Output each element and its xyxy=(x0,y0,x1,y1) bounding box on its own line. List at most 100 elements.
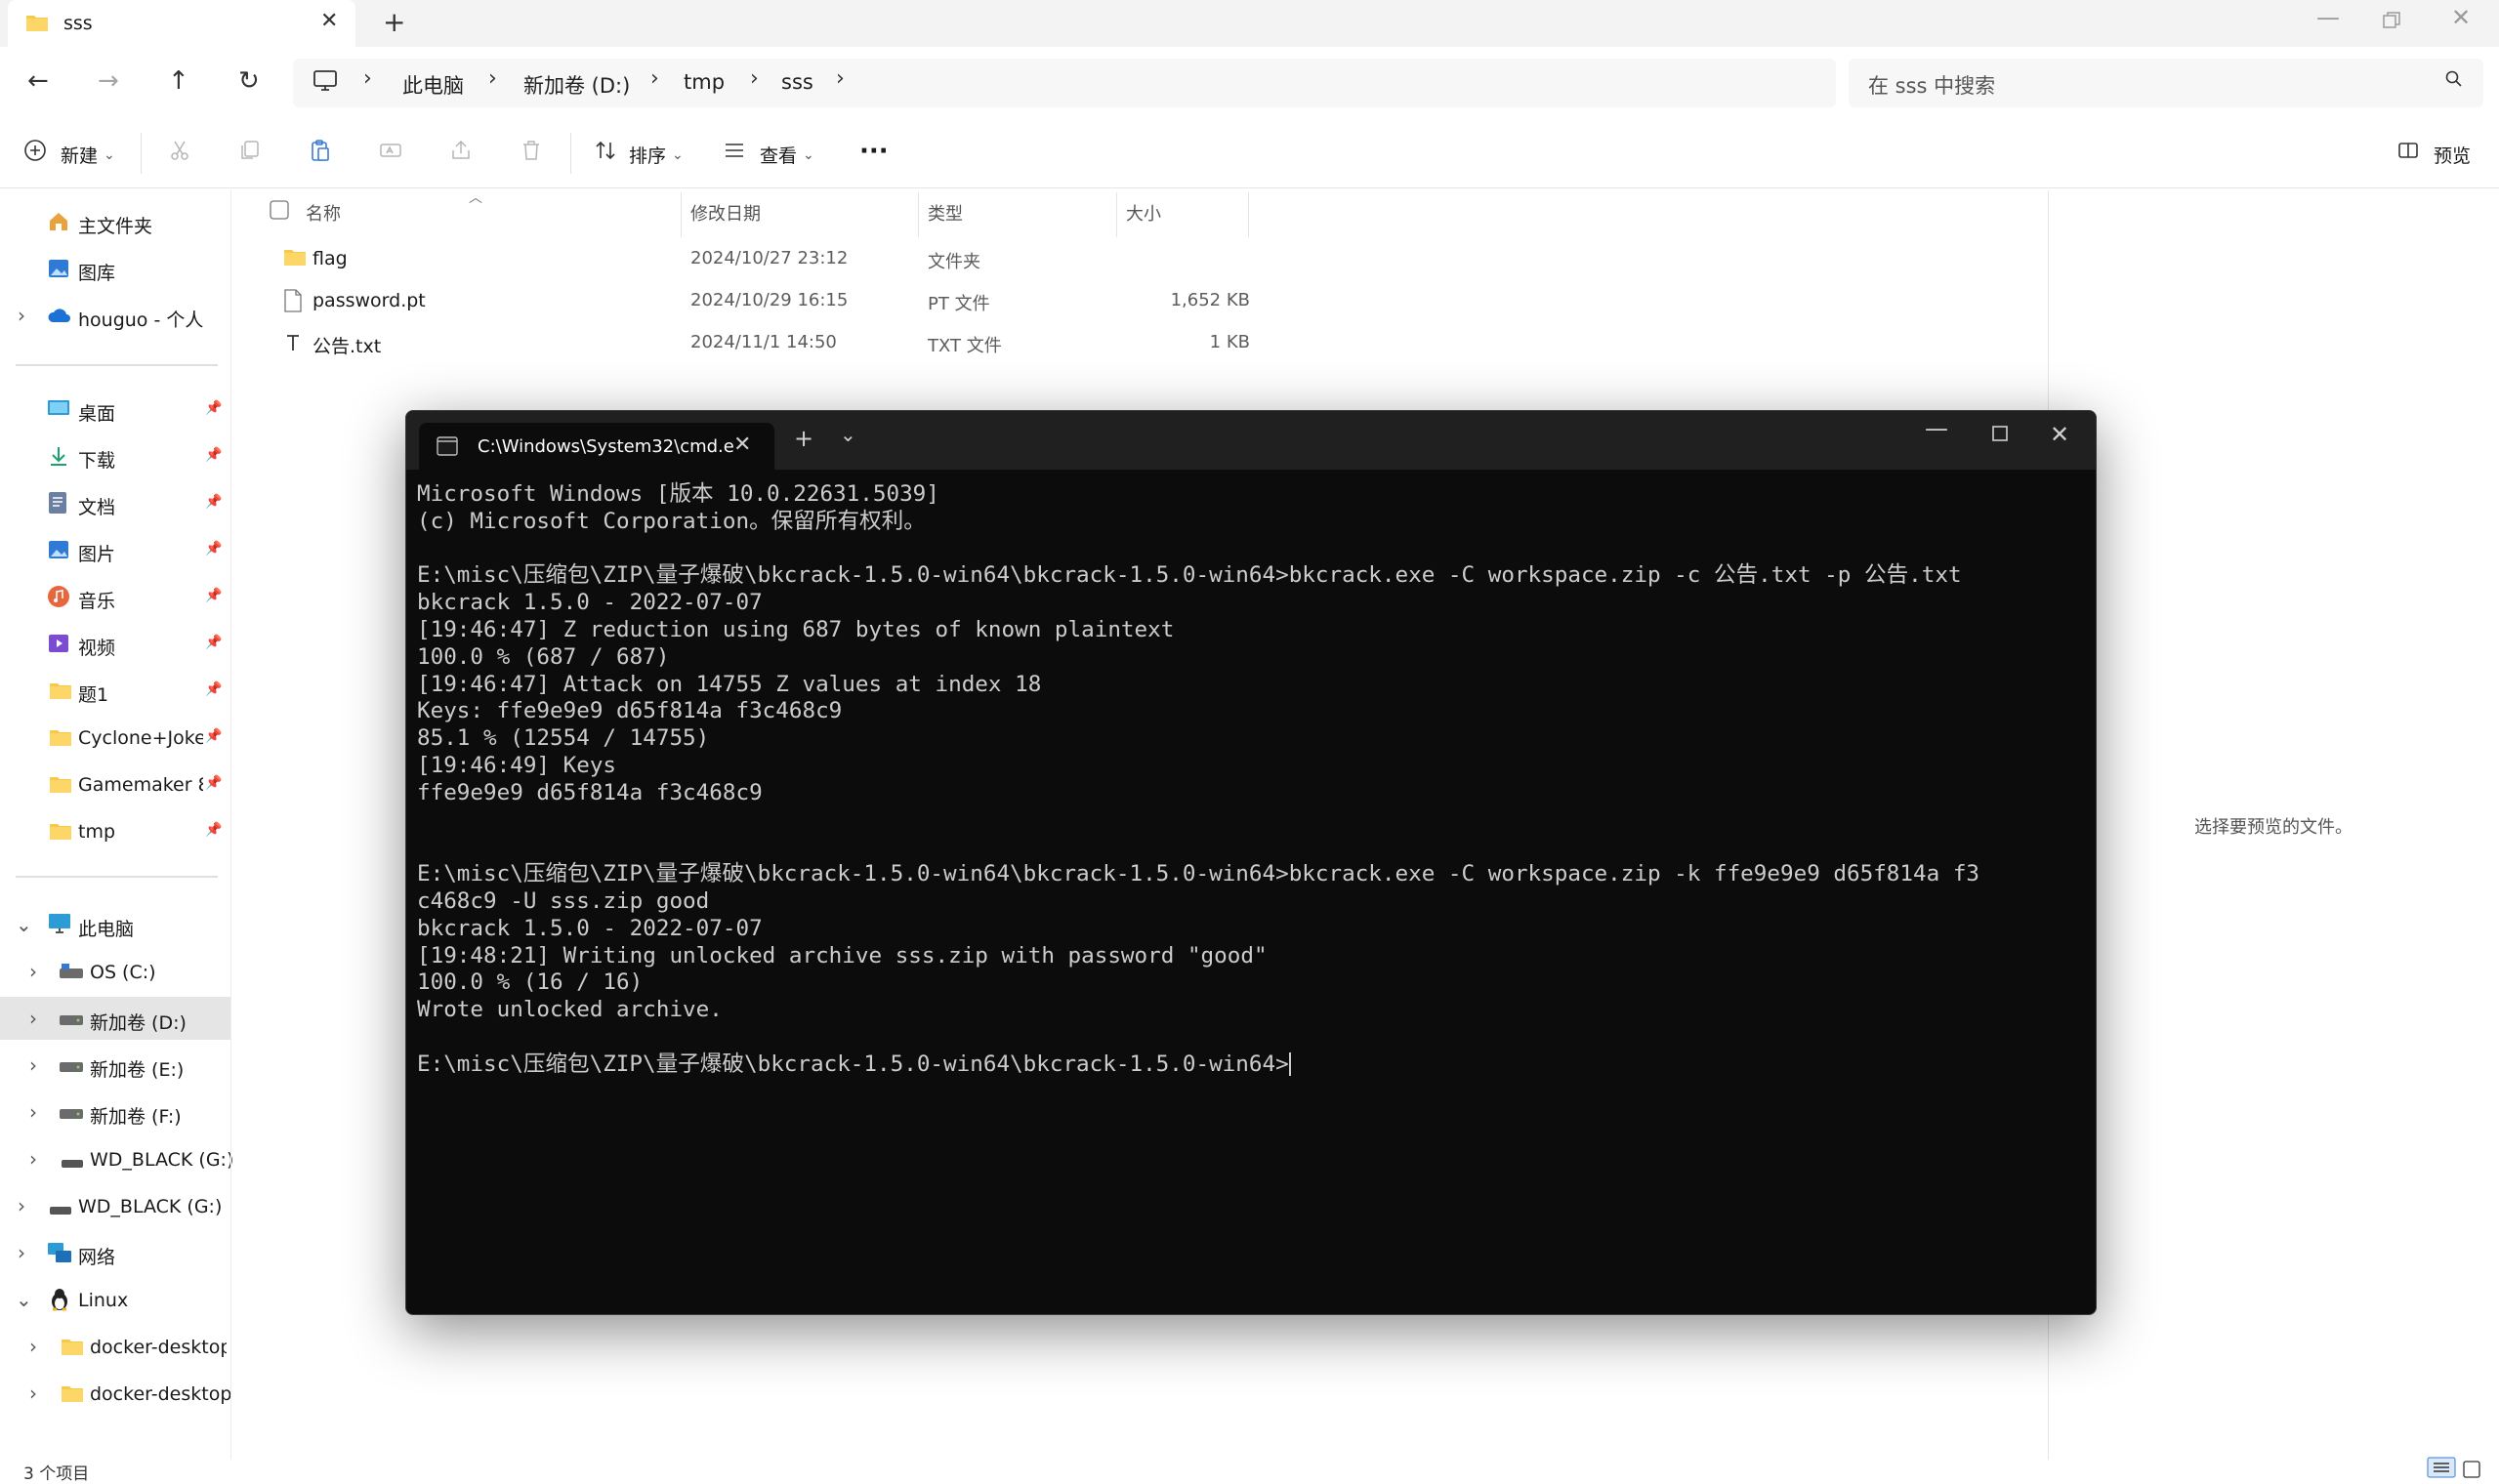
forward-icon[interactable]: → xyxy=(98,66,119,96)
breadcrumb-pc[interactable]: 此电脑 xyxy=(402,70,464,100)
chevron-right-icon[interactable]: › xyxy=(29,960,37,983)
chevron-right-icon[interactable]: › xyxy=(18,1241,25,1264)
minimize-icon[interactable]: — xyxy=(2316,4,2340,31)
chevron-down-icon[interactable]: ⌄ xyxy=(840,423,856,446)
details-view-icon[interactable] xyxy=(2427,1457,2456,1482)
sidebar-item-drive-e[interactable]: › 新加卷 (E:) xyxy=(0,1044,230,1087)
chevron-right-icon[interactable]: › xyxy=(650,66,659,91)
sidebar-item-docker-desktop-data[interactable]: › docker-desktop- xyxy=(0,1372,230,1415)
sidebar-item-documents[interactable]: 文档 📌 xyxy=(0,481,230,524)
explorer-tab[interactable]: sss ✕ xyxy=(8,0,355,47)
sidebar-item-drive-d[interactable]: › 新加卷 (D:) xyxy=(0,997,230,1040)
pin-icon[interactable]: 📌 xyxy=(205,588,222,603)
file-row-password-pt[interactable]: password.pt 2024/10/29 16:15 PT 文件 1,652… xyxy=(273,281,1250,320)
breadcrumb-tmp[interactable]: tmp xyxy=(684,70,725,94)
chevron-down-icon[interactable]: ⌄ xyxy=(104,147,115,163)
column-header-size[interactable]: 大小 xyxy=(1126,200,1161,226)
pin-icon[interactable]: 📌 xyxy=(205,494,222,510)
pin-icon[interactable]: 📌 xyxy=(205,400,222,416)
column-divider[interactable] xyxy=(681,192,682,237)
chevron-right-icon[interactable]: › xyxy=(363,66,372,91)
view-icon[interactable] xyxy=(723,139,746,166)
sidebar-item-docker-desktop[interactable]: › docker-desktop xyxy=(0,1325,230,1368)
column-header-modified[interactable]: 修改日期 xyxy=(690,200,761,226)
search-icon[interactable] xyxy=(2445,70,2463,92)
terminal-title-bar[interactable]: C:\Windows\System32\cmd.e ✕ + ⌄ — ✕ xyxy=(406,411,2096,470)
sidebar-item-folder[interactable]: Cyclone+Joker[ 📌 xyxy=(0,716,230,759)
pin-icon[interactable]: 📌 xyxy=(205,775,222,791)
paste-icon[interactable] xyxy=(309,139,332,166)
pin-icon[interactable]: 📌 xyxy=(205,447,222,463)
sidebar-item-desktop[interactable]: 桌面 📌 xyxy=(0,388,230,431)
chevron-down-icon[interactable]: ⌄ xyxy=(803,147,814,163)
sidebar-item-folder[interactable]: Gamemaker 8.( 📌 xyxy=(0,763,230,805)
chevron-right-icon[interactable]: › xyxy=(29,1100,37,1124)
chevron-right-icon[interactable]: › xyxy=(29,1053,37,1077)
sidebar-item-this-pc[interactable]: ⌄ 此电脑 xyxy=(0,903,230,946)
chevron-down-icon[interactable]: ⌄ xyxy=(672,147,684,163)
sidebar-item-downloads[interactable]: 下载 📌 xyxy=(0,434,230,477)
share-icon[interactable] xyxy=(449,139,473,166)
refresh-icon[interactable]: ↻ xyxy=(238,66,260,96)
chevron-right-icon[interactable]: › xyxy=(29,1147,37,1171)
sidebar-item-videos[interactable]: 视频 📌 xyxy=(0,622,230,665)
column-divider[interactable] xyxy=(1116,192,1117,237)
file-row-flag[interactable]: flag 2024/10/27 23:12 文件夹 xyxy=(273,239,1250,278)
back-icon[interactable]: ← xyxy=(27,66,49,96)
column-divider[interactable] xyxy=(1248,192,1249,237)
rename-icon[interactable] xyxy=(379,139,402,166)
column-header-type[interactable]: 类型 xyxy=(928,200,963,226)
chevron-down-icon[interactable]: ⌄ xyxy=(16,1288,32,1311)
minimize-icon[interactable]: — xyxy=(1925,415,1948,442)
sidebar-item-home[interactable]: 主文件夹 xyxy=(0,200,230,243)
chevron-right-icon[interactable]: › xyxy=(18,304,25,327)
chevron-right-icon[interactable]: › xyxy=(29,1007,37,1030)
terminal-prompt-line[interactable]: E:\misc\压缩包\ZIP\量子爆破\bkcrack-1.5.0-win64… xyxy=(417,1051,2087,1079)
file-row-notice-txt[interactable]: 公告.txt 2024/11/1 14:50 TXT 文件 1 KB xyxy=(273,323,1250,362)
sidebar-item-drive-f[interactable]: › 新加卷 (F:) xyxy=(0,1091,230,1134)
more-icon[interactable]: ··· xyxy=(859,137,889,166)
breadcrumb-drive-d[interactable]: 新加卷 (D:) xyxy=(523,70,630,100)
sidebar-item-linux[interactable]: ⌄ Linux xyxy=(0,1278,230,1321)
preview-button[interactable]: 预览 xyxy=(2434,142,2471,168)
sidebar-item-network[interactable]: › 网络 xyxy=(0,1231,230,1274)
column-divider[interactable] xyxy=(918,192,919,237)
pin-icon[interactable]: 📌 xyxy=(205,728,222,744)
sidebar-item-drive-g[interactable]: › WD_BLACK (G:) xyxy=(0,1137,233,1180)
pin-icon[interactable]: 📌 xyxy=(205,541,222,556)
column-header-name[interactable]: 名称 xyxy=(306,200,341,226)
chevron-right-icon[interactable]: › xyxy=(836,66,845,91)
terminal-output[interactable]: Microsoft Windows [版本 10.0.22631.5039] (… xyxy=(417,481,2087,1079)
close-tab-icon[interactable]: ✕ xyxy=(320,9,338,33)
chevron-down-icon[interactable]: ⌄ xyxy=(16,913,32,936)
chevron-right-icon[interactable]: › xyxy=(488,66,497,91)
cut-icon[interactable] xyxy=(168,139,191,166)
up-icon[interactable]: ↑ xyxy=(168,66,189,96)
chevron-right-icon[interactable]: › xyxy=(18,1194,25,1217)
terminal-tab[interactable]: C:\Windows\System32\cmd.e ✕ xyxy=(419,423,774,470)
delete-icon[interactable] xyxy=(520,139,543,166)
new-button[interactable]: 新建 xyxy=(61,142,98,168)
close-tab-icon[interactable]: ✕ xyxy=(733,433,751,457)
chevron-right-icon[interactable]: › xyxy=(29,1381,37,1405)
pin-icon[interactable]: 📌 xyxy=(205,822,222,838)
sort-icon[interactable] xyxy=(594,139,617,166)
breadcrumb-sss[interactable]: sss xyxy=(781,70,813,94)
sidebar-item-tmp[interactable]: tmp 📌 xyxy=(0,809,230,852)
terminal-window[interactable]: C:\Windows\System32\cmd.e ✕ + ⌄ — ✕ Micr… xyxy=(405,410,2097,1315)
restore-icon[interactable] xyxy=(2383,8,2400,35)
sidebar-item-onedrive[interactable]: › houguo - 个人 xyxy=(0,294,230,337)
view-button[interactable]: 查看 xyxy=(760,142,797,168)
select-all-checkbox[interactable] xyxy=(270,200,289,224)
sidebar-item-pictures[interactable]: 图片 📌 xyxy=(0,528,230,571)
sidebar-item-drive-g[interactable]: › WD_BLACK (G:) xyxy=(0,1184,230,1227)
pin-icon[interactable]: 📌 xyxy=(205,635,222,650)
new-tab-icon[interactable]: + xyxy=(794,425,813,452)
pin-icon[interactable]: 📌 xyxy=(205,681,222,697)
new-icon[interactable] xyxy=(23,139,47,166)
maximize-icon[interactable] xyxy=(1991,421,2009,448)
sidebar-item-folder[interactable]: 题1 📌 xyxy=(0,669,230,712)
sort-button[interactable]: 排序 xyxy=(629,142,666,168)
copy-icon[interactable] xyxy=(238,139,262,166)
close-window-icon[interactable]: ✕ xyxy=(2050,421,2069,448)
